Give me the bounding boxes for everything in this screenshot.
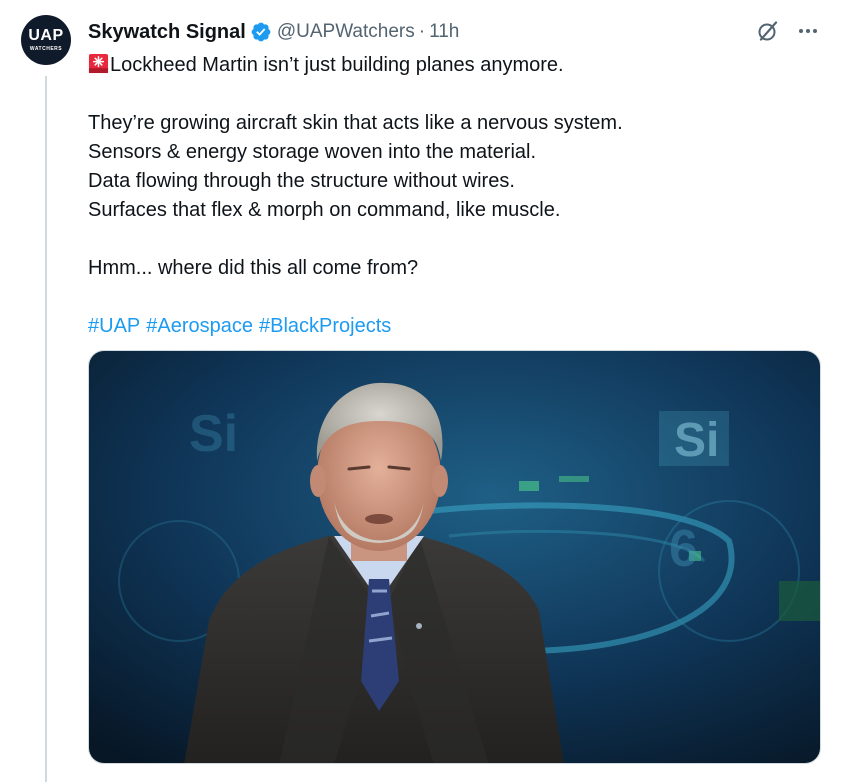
rotating-light-icon: [88, 53, 109, 74]
hashtag-uap[interactable]: #UAP: [88, 315, 140, 337]
hashtag-aerospace[interactable]: #Aerospace: [146, 315, 253, 337]
hashtag-list: #UAP #Aerospace #BlackProjects: [88, 312, 808, 341]
tweet-line-1: Lockheed Martin isn’t just building plan…: [88, 51, 808, 80]
background-text-si-right: Si: [674, 414, 719, 467]
hashtag-blackprojects[interactable]: #BlackProjects: [259, 315, 391, 337]
thread-line: [45, 76, 47, 782]
grok-button[interactable]: [755, 18, 781, 44]
video-frame: Si Si 6: [89, 351, 820, 763]
avatar[interactable]: UAP WATCHERS: [21, 15, 71, 65]
video-thumbnail[interactable]: Si Si 6: [88, 350, 821, 764]
tweet-text: Lockheed Martin isn’t just building plan…: [88, 51, 808, 341]
verified-badge-icon: [251, 22, 271, 42]
more-button[interactable]: [795, 18, 821, 44]
tweet-line-4: Data flowing through the structure witho…: [88, 170, 515, 192]
avatar-text: UAP: [28, 27, 64, 44]
tweet-line-5: Surfaces that flex & morph on command, l…: [88, 199, 561, 221]
background-text-si-left: Si: [189, 405, 238, 463]
handle[interactable]: @UAPWatchers: [277, 21, 415, 43]
tweet-line-1-text: Lockheed Martin isn’t just building plan…: [110, 54, 564, 76]
timestamp[interactable]: 11h: [429, 21, 459, 43]
header-actions: [755, 18, 821, 44]
tweet-header: Skywatch Signal @UAPWatchers · 11h: [88, 18, 459, 46]
tweet-line-2: They’re growing aircraft skin that acts …: [88, 112, 623, 134]
tweet-line-3: Sensors & energy storage woven into the …: [88, 141, 537, 163]
tweet[interactable]: UAP WATCHERS Skywatch Signal @UAPWatcher…: [0, 0, 845, 782]
tweet-line-6: Hmm... where did this all come from?: [88, 257, 419, 279]
display-name[interactable]: Skywatch Signal: [88, 21, 246, 44]
avatar-subtext: WATCHERS: [29, 46, 63, 52]
background-text-six: 6: [669, 520, 698, 578]
more-horizontal-icon: [799, 29, 817, 33]
separator-dot: ·: [418, 21, 426, 42]
slash-circle-icon: [758, 21, 778, 41]
